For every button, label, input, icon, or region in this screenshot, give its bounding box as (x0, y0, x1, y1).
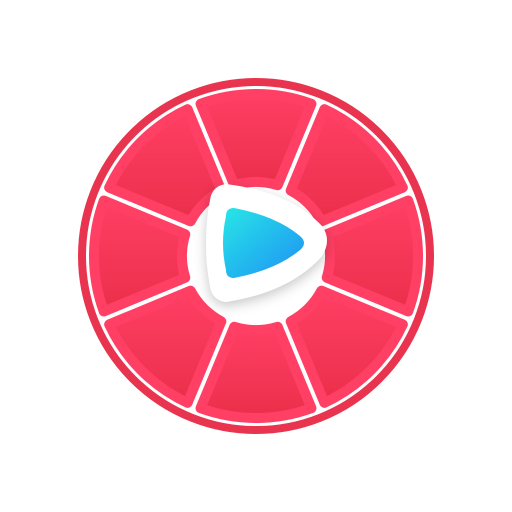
grapefruit-video-app-icon (78, 78, 434, 434)
app-icon-canvas (0, 0, 512, 512)
